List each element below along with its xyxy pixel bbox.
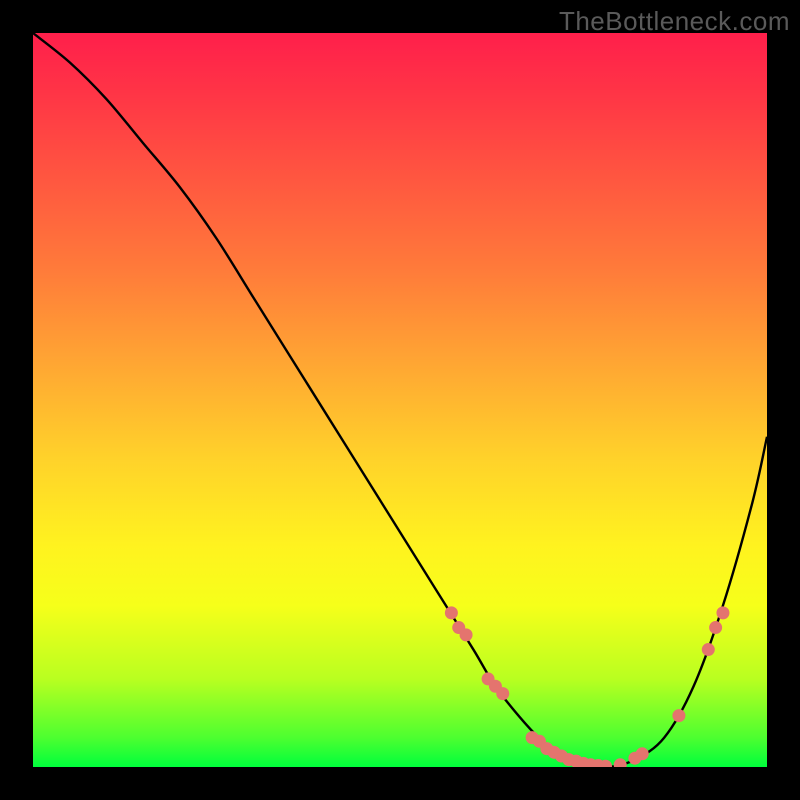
bottleneck-curve (33, 33, 767, 767)
curve-marker (460, 628, 473, 641)
bottleneck-curve-svg (33, 33, 767, 767)
curve-markers (445, 606, 730, 767)
curve-marker (614, 758, 627, 767)
curve-marker (702, 643, 715, 656)
plot-area (33, 33, 767, 767)
curve-marker (636, 747, 649, 760)
curve-marker (445, 606, 458, 619)
curve-marker (716, 606, 729, 619)
watermark-text: TheBottleneck.com (559, 6, 790, 37)
curve-marker (496, 687, 509, 700)
curve-marker (709, 621, 722, 634)
curve-marker (672, 709, 685, 722)
chart-frame: TheBottleneck.com (0, 0, 800, 800)
